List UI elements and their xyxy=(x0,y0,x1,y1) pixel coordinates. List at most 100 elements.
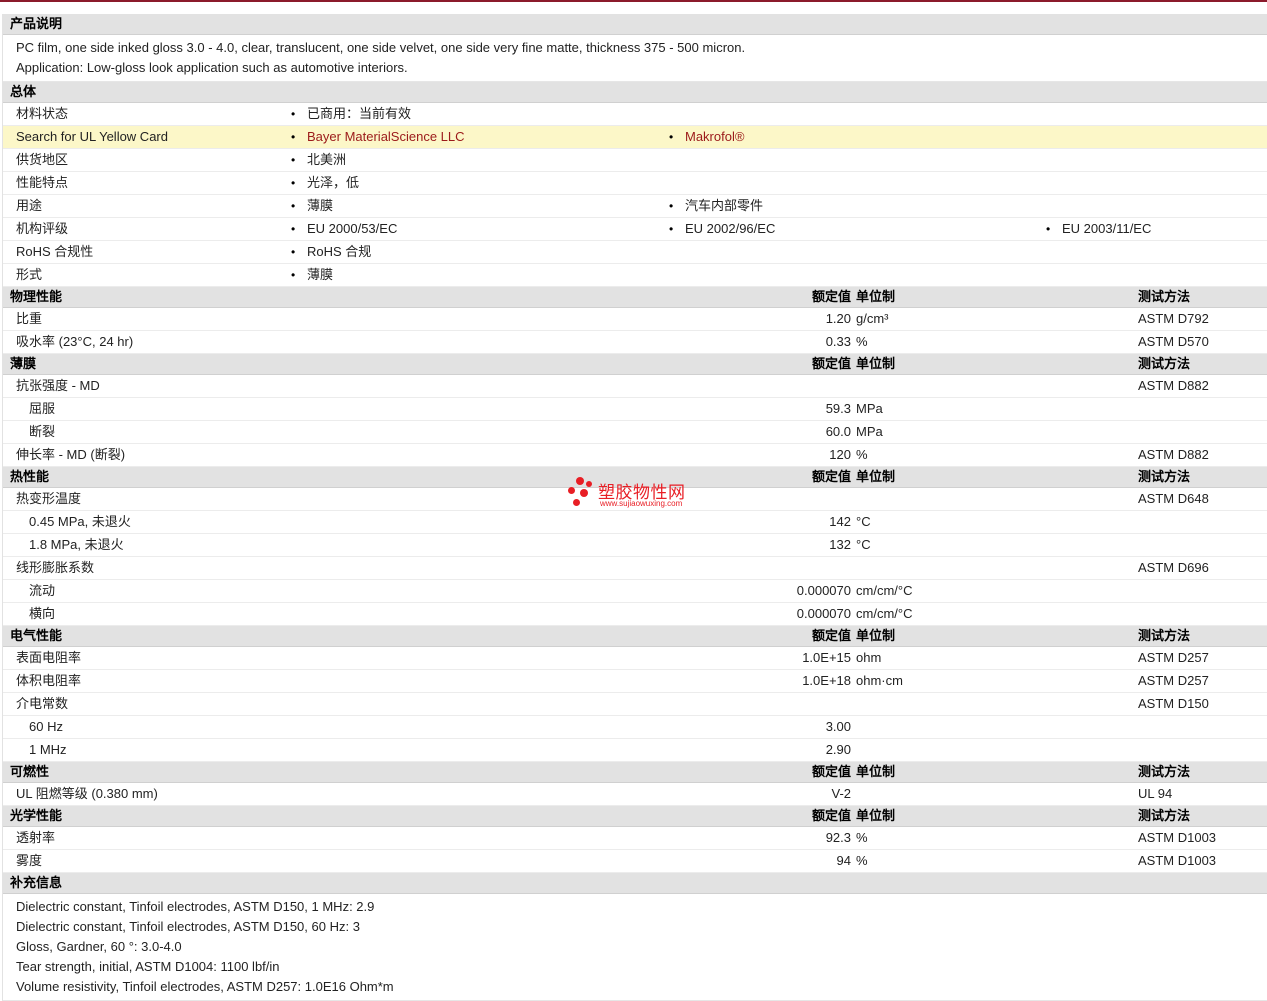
section-title: 薄膜 xyxy=(10,356,37,371)
property-row: 1 MHz 2.90 xyxy=(3,739,1267,762)
row-value: 92.3 xyxy=(825,830,851,845)
row-unit: MPa xyxy=(856,401,883,416)
row-value: 薄膜 xyxy=(291,264,333,286)
row-value: 已商用：当前有效 xyxy=(291,103,411,125)
supplement-line: Dielectric constant, Tinfoil electrodes,… xyxy=(16,899,375,914)
property-row: 1.8 MPa, 未退火 132 °C xyxy=(3,534,1267,557)
row-test-method: ASTM D257 xyxy=(1138,673,1209,688)
watermark-dot xyxy=(573,499,580,506)
row-value: 1.0E+18 xyxy=(802,673,851,688)
section-title: 物理性能 xyxy=(10,289,63,304)
description-line: Application: Low-gloss look application … xyxy=(16,60,408,75)
row-label: 屈服 xyxy=(29,401,56,416)
property-row: 体积电阻率 1.0E+18 ohm·cm ASTM D257 xyxy=(3,670,1267,693)
property-row: 线形膨胀系数 ASTM D696 xyxy=(3,557,1267,580)
property-row: 60 Hz 3.00 xyxy=(3,716,1267,739)
row-label: 形式 xyxy=(16,267,43,282)
watermark-dot xyxy=(586,481,592,487)
row-label: 雾度 xyxy=(16,853,43,868)
row-unit: ohm xyxy=(856,650,882,665)
row-unit: MPa xyxy=(856,424,883,439)
brand-link[interactable]: Makrofol® xyxy=(685,129,744,144)
row-value: 1.20 xyxy=(825,311,851,326)
supplement-line: Dielectric constant, Tinfoil electrodes,… xyxy=(16,919,360,934)
row-value: 0.000070 xyxy=(796,606,851,621)
row-label: Search for UL Yellow Card xyxy=(16,129,168,144)
row-label: 抗张强度 - MD xyxy=(16,378,100,393)
row-test-method: ASTM D882 xyxy=(1138,447,1209,462)
row-label: 1 MHz xyxy=(29,742,67,757)
row-value: 60.0 xyxy=(825,424,851,439)
row-test-method: ASTM D792 xyxy=(1138,311,1209,326)
col-header-value: 额定值 xyxy=(811,628,851,643)
general-row: 用途 薄膜 汽车内部零件 xyxy=(3,195,1267,218)
row-label: 体积电阻率 xyxy=(16,673,82,688)
supplier-link-wrap: Bayer MaterialScience LLC xyxy=(291,126,465,148)
row-test-method: ASTM D257 xyxy=(1138,650,1209,665)
row-value: 0.000070 xyxy=(796,583,851,598)
col-header-value: 额定值 xyxy=(811,289,851,304)
supplement-line: Tear strength, initial, ASTM D1004: 1100… xyxy=(16,959,280,974)
row-label: UL 阻燃等级 (0.380 mm) xyxy=(16,786,158,801)
row-value: 1.0E+15 xyxy=(802,650,851,665)
row-unit: ohm·cm xyxy=(856,673,903,688)
row-label: 流动 xyxy=(29,583,56,598)
row-unit: % xyxy=(856,830,868,845)
brand-link-wrap: Makrofol® xyxy=(669,126,745,148)
row-test-method: ASTM D696 xyxy=(1138,560,1209,575)
row-unit: % xyxy=(856,853,868,868)
section-title: 电气性能 xyxy=(10,628,63,643)
row-label: 介电常数 xyxy=(16,696,69,711)
row-value: 薄膜 xyxy=(291,195,333,217)
row-test-method: ASTM D150 xyxy=(1138,696,1209,711)
section-title: 可燃性 xyxy=(10,764,50,779)
property-row: 伸长率 - MD (断裂) 120 % ASTM D882 xyxy=(3,444,1267,467)
supplement-line: Volume resistivity, Tinfoil electrodes, … xyxy=(16,979,394,994)
description-line: PC film, one side inked gloss 3.0 - 4.0,… xyxy=(16,40,746,55)
watermark-dot xyxy=(576,477,584,485)
row-label: 机构评级 xyxy=(16,221,69,236)
col-header-unit: 单位制 xyxy=(856,289,896,304)
row-value: V-2 xyxy=(831,786,851,801)
col-header-unit: 单位制 xyxy=(856,808,896,823)
row-label: 横向 xyxy=(29,606,56,621)
ul-yellow-card-row: Search for UL Yellow Card Bayer Material… xyxy=(3,126,1267,149)
section-header-general: 总体 xyxy=(3,82,1267,103)
section-header-supplement: 补充信息 xyxy=(3,873,1267,894)
row-value: 2.90 xyxy=(825,742,851,757)
row-value: EU 2003/11/EC xyxy=(1046,218,1151,240)
row-unit: °C xyxy=(856,537,871,552)
row-test-method: ASTM D1003 xyxy=(1138,853,1217,868)
row-test-method: ASTM D570 xyxy=(1138,334,1209,349)
general-row: 供货地区 北美洲 xyxy=(3,149,1267,172)
row-value: 3.00 xyxy=(825,719,851,734)
row-label: 1.8 MPa, 未退火 xyxy=(29,537,124,552)
section-title: 总体 xyxy=(10,84,37,99)
row-label: 0.45 MPa, 未退火 xyxy=(29,514,131,529)
property-row: 流动 0.000070 cm/cm/°C xyxy=(3,580,1267,603)
property-row: 吸水率 (23°C, 24 hr) 0.33 % ASTM D570 xyxy=(3,331,1267,354)
row-value: 汽车内部零件 xyxy=(669,195,763,217)
col-header-unit: 单位制 xyxy=(856,764,896,779)
row-label: 性能特点 xyxy=(16,175,69,190)
property-row: 表面电阻率 1.0E+15 ohm ASTM D257 xyxy=(3,647,1267,670)
section-title: 产品说明 xyxy=(10,16,63,31)
row-label: 吸水率 (23°C, 24 hr) xyxy=(16,334,134,349)
row-value: EU 2002/96/EC xyxy=(669,218,775,240)
row-unit: % xyxy=(856,447,868,462)
row-value: 120 xyxy=(829,447,851,462)
row-label: 供货地区 xyxy=(16,152,69,167)
col-header-test: 测试方法 xyxy=(1138,628,1191,643)
row-value: 59.3 xyxy=(825,401,851,416)
supplier-link[interactable]: Bayer MaterialScience LLC xyxy=(307,129,465,144)
row-label: 材料状态 xyxy=(16,106,69,121)
col-header-unit: 单位制 xyxy=(856,356,896,371)
col-header-unit: 单位制 xyxy=(856,628,896,643)
property-row: 介电常数 ASTM D150 xyxy=(3,693,1267,716)
general-row: 材料状态 已商用：当前有效 xyxy=(3,103,1267,126)
top-border xyxy=(0,0,1267,2)
row-value: 光泽，低 xyxy=(291,172,359,194)
supplement-line: Gloss, Gardner, 60 °: 3.0-4.0 xyxy=(16,939,182,954)
section-header-description: 产品说明 xyxy=(3,14,1267,35)
col-header-test: 测试方法 xyxy=(1138,764,1191,779)
